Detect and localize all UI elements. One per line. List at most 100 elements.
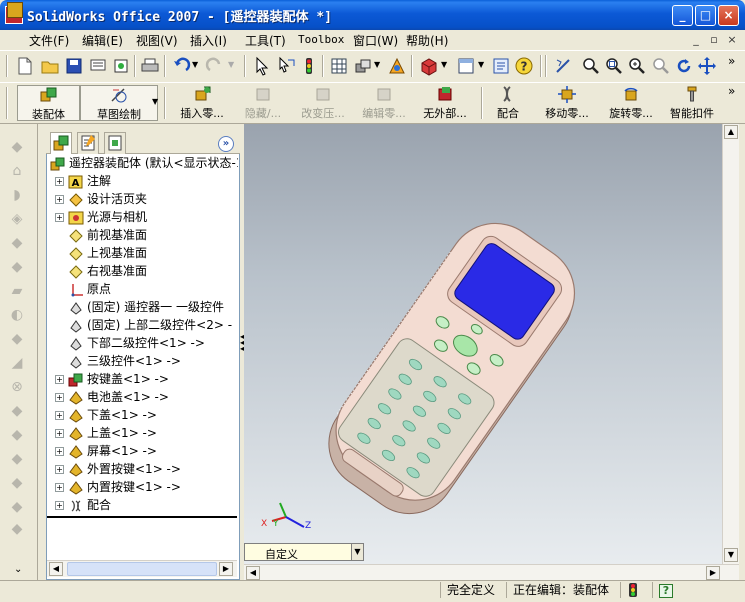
print-icon[interactable] xyxy=(140,56,160,76)
view-orientation-select[interactable]: 自定义 xyxy=(244,543,364,561)
tree-node-lower-level2[interactable]: 下部二级控件<1> -> xyxy=(48,334,238,352)
expand-toggle[interactable]: + xyxy=(55,501,64,510)
help-icon[interactable]: ? xyxy=(514,56,534,76)
zoom-in-out-icon[interactable] xyxy=(627,56,647,76)
panel-collapse-button[interactable]: » xyxy=(218,136,234,152)
assembly-options-icon[interactable] xyxy=(353,56,373,76)
cmd-insert-component-button[interactable]: 插入零... xyxy=(172,85,232,121)
tree-node-level3[interactable]: 三级控件<1> -> xyxy=(48,352,238,370)
side-tool-icon-3[interactable]: ◗ xyxy=(8,186,26,204)
chevron-down-icon[interactable]: ▼ xyxy=(351,544,363,560)
graphics-area[interactable]: X Y Z xyxy=(244,124,722,564)
undo-icon[interactable] xyxy=(171,56,191,76)
cmd-edit-component-button[interactable]: 编辑零... xyxy=(356,85,412,121)
side-tool-icon-7[interactable]: ▰ xyxy=(8,282,26,300)
side-tool-icon-11[interactable]: ⊗ xyxy=(8,378,26,396)
select-other-icon[interactable] xyxy=(276,56,296,76)
command-manager-overflow-icon[interactable]: » xyxy=(728,84,735,98)
side-tool-icon-16[interactable]: ◆ xyxy=(8,498,26,516)
cmd-move-component-button[interactable]: 移动零... xyxy=(536,85,598,121)
expand-toggle[interactable]: + xyxy=(55,195,64,204)
scroll-right-arrow[interactable]: ▶ xyxy=(706,566,720,580)
pan-icon[interactable] xyxy=(697,56,717,76)
menu-view[interactable]: 视图(V) xyxy=(136,32,178,49)
scroll-up-arrow[interactable]: ▲ xyxy=(724,125,738,139)
side-tool-icon-6[interactable]: ◆ xyxy=(8,258,26,276)
cmd-rotate-component-button[interactable]: 旋转零... xyxy=(600,85,662,121)
display-style-dropdown-icon[interactable]: ▼ xyxy=(441,60,447,69)
feature-tree-scrollbar[interactable]: ◀ ▶ xyxy=(47,560,237,577)
expand-toggle[interactable]: + xyxy=(55,411,64,420)
expand-toggle[interactable]: + xyxy=(55,447,64,456)
scroll-right-arrow[interactable]: ▶ xyxy=(219,562,233,576)
mdi-restore-button[interactable]: ▫ xyxy=(706,32,722,47)
cmd-hide-show-button[interactable]: 隐藏/... xyxy=(236,85,290,121)
side-tool-icon-14[interactable]: ◆ xyxy=(8,450,26,468)
redo-dropdown-icon[interactable]: ▼ xyxy=(228,60,234,69)
view-orientation-icon[interactable] xyxy=(456,56,476,76)
quick-tips-button[interactable]: ? xyxy=(652,582,680,598)
tree-node-mates[interactable]: + 配合 xyxy=(48,496,238,514)
cmd-no-external-refs-button[interactable]: 无外部... xyxy=(416,85,474,121)
tree-node-outer-keys[interactable]: + 外置按键<1> -> xyxy=(48,460,238,478)
tree-node-front-plane[interactable]: 前视基准面 xyxy=(48,226,238,244)
side-tool-icon-17[interactable]: ◆ xyxy=(8,520,26,538)
new-document-icon[interactable] xyxy=(15,56,35,76)
side-tool-icon-8[interactable]: ◐ xyxy=(8,306,26,324)
tree-node-battery-cover[interactable]: + 电池盖<1> -> xyxy=(48,388,238,406)
graphics-vertical-scrollbar[interactable]: ▲ ▼ xyxy=(722,124,739,564)
properties-icon[interactable] xyxy=(491,56,511,76)
scroll-left-arrow[interactable]: ◀ xyxy=(246,566,260,580)
scroll-thumb[interactable] xyxy=(67,562,217,576)
tab-property-manager[interactable] xyxy=(77,132,99,154)
zoom-to-area-icon[interactable] xyxy=(604,56,624,76)
tree-node-annotations[interactable]: + A 注解 xyxy=(48,172,238,190)
cmd-assembly-button[interactable]: 装配体 xyxy=(17,85,80,121)
minimize-button[interactable]: _ xyxy=(672,5,693,26)
tree-node-right-plane[interactable]: 右视基准面 xyxy=(48,262,238,280)
cmd-smart-fasteners-button[interactable]: 智能扣件 xyxy=(664,85,720,121)
side-tool-icon-5[interactable]: ◆ xyxy=(8,234,26,252)
undo-dropdown-icon[interactable]: ▼ xyxy=(192,60,198,69)
rollback-bar[interactable] xyxy=(47,516,237,518)
side-tool-icon-9[interactable]: ◆ xyxy=(8,330,26,348)
mdi-close-button[interactable]: × xyxy=(724,32,740,47)
side-tool-icon-10[interactable]: ◢ xyxy=(8,354,26,372)
mdi-minimize-button[interactable]: _ xyxy=(688,32,704,47)
zoom-to-selection-icon[interactable] xyxy=(651,56,671,76)
zoom-to-fit-icon[interactable] xyxy=(581,56,601,76)
select-arrow-icon[interactable] xyxy=(252,56,272,76)
display-style-icon[interactable] xyxy=(419,56,439,76)
tree-node-screen[interactable]: + 屏幕<1> -> xyxy=(48,442,238,460)
sketch-dropdown-icon[interactable]: ▼ xyxy=(152,97,158,106)
menu-help[interactable]: 帮助(H) xyxy=(406,32,448,49)
redo-icon[interactable] xyxy=(205,56,225,76)
rebuild-traffic-light-icon[interactable] xyxy=(299,56,319,76)
photoworks-icon[interactable] xyxy=(387,56,407,76)
side-tool-icon-4[interactable]: ◈ xyxy=(8,210,26,228)
expand-toggle[interactable]: + xyxy=(55,393,64,402)
view-dropdown-icon[interactable]: ▼ xyxy=(478,60,484,69)
menu-toolbox[interactable]: Toolbox xyxy=(298,33,344,46)
side-tool-icon-12[interactable]: ◆ xyxy=(8,402,26,420)
graphics-horizontal-scrollbar[interactable]: ◀ ▶ xyxy=(244,564,739,580)
tree-node-design-binder[interactable]: + 设计活页夹 xyxy=(48,190,238,208)
menu-window[interactable]: 窗口(W) xyxy=(353,32,398,49)
document-icon[interactable] xyxy=(7,2,23,18)
previous-view-icon[interactable] xyxy=(553,56,573,76)
tree-node-upper-level2[interactable]: (固定) 上部二级控件<2> - xyxy=(48,316,238,334)
rebuild-status[interactable] xyxy=(620,582,648,598)
cmd-change-suppression-button[interactable]: 改变压... xyxy=(294,85,352,121)
options-grid-icon[interactable] xyxy=(329,56,349,76)
tree-node-origin[interactable]: 原点 xyxy=(48,280,238,298)
side-toolbar-expand-icon[interactable]: ⌄ xyxy=(14,564,22,575)
expand-toggle[interactable]: + xyxy=(55,465,64,474)
menu-file[interactable]: 文件(F) xyxy=(29,32,69,49)
tree-node-top-plane[interactable]: 上视基准面 xyxy=(48,244,238,262)
maximize-button[interactable]: □ xyxy=(695,5,716,26)
tab-configuration-manager[interactable] xyxy=(104,132,126,154)
options-dropdown-icon[interactable]: ▼ xyxy=(374,60,380,69)
tree-node-remote-level1[interactable]: (固定) 遥控器一 一级控件 xyxy=(48,298,238,316)
menu-tools[interactable]: 工具(T) xyxy=(245,32,286,49)
side-tool-icon-1[interactable]: ◆ xyxy=(8,138,26,156)
